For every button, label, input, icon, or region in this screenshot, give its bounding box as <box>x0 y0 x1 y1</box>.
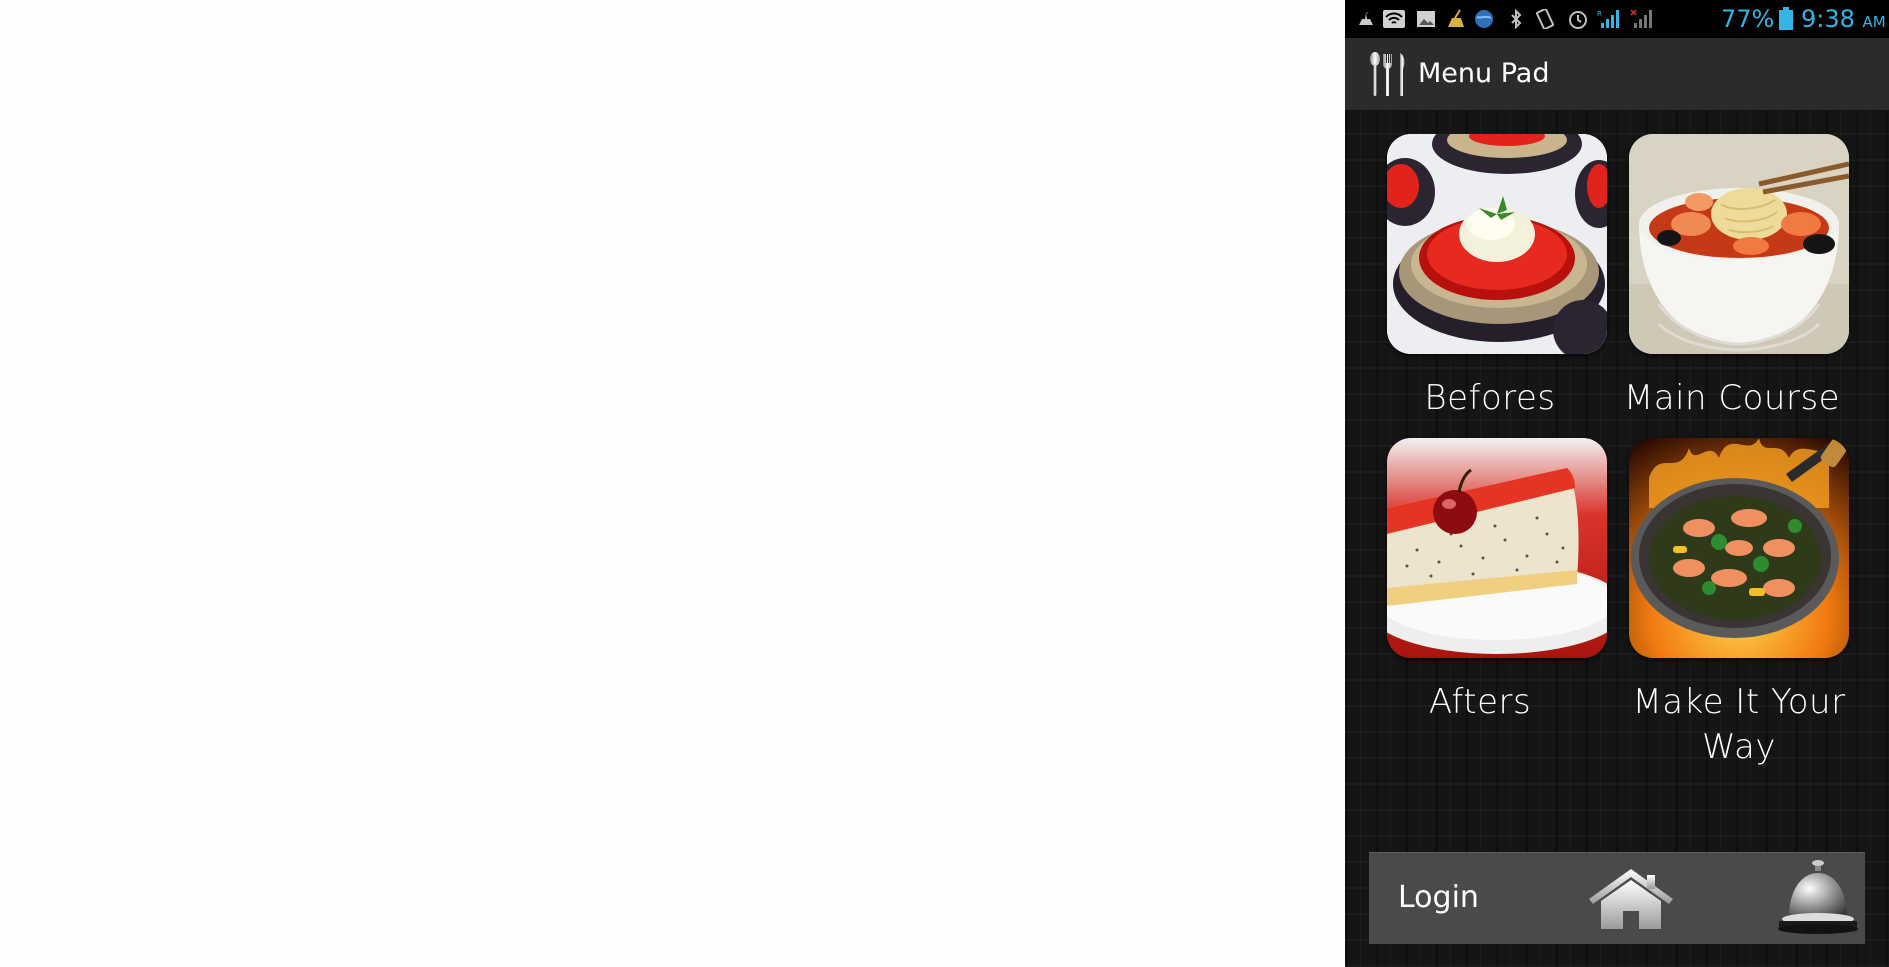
home-icon[interactable] <box>1585 865 1677 931</box>
tile-label-main-course[interactable]: Main Course <box>1587 376 1877 421</box>
signal-icon: R <box>1597 10 1619 28</box>
tile-label-befores[interactable]: Befores <box>1385 376 1595 421</box>
action-bar: Menu Pad <box>1345 38 1889 111</box>
tile-make-it-your-way[interactable]: Make It Your Way <box>1587 438 1877 778</box>
wifi-icon <box>1383 10 1405 28</box>
cheesecake-photo <box>1387 438 1607 658</box>
tile-label-afters[interactable]: Afters <box>1385 680 1575 725</box>
main-course-image[interactable] <box>1629 134 1849 354</box>
afters-image[interactable] <box>1387 438 1607 658</box>
tile-label-line-2: Way <box>1702 727 1776 767</box>
svg-text:R: R <box>1597 10 1602 18</box>
phone-screen: R 77% 9:38 AM Menu Pad Befores Main Cour… <box>1345 0 1889 967</box>
clock-ampm: AM <box>1862 13 1886 31</box>
signal-no-sim-icon <box>1630 9 1652 28</box>
tile-befores[interactable]: Befores <box>1345 134 1617 424</box>
cutlery-icon[interactable] <box>1367 52 1409 98</box>
vibrate-icon <box>1535 9 1555 29</box>
clock: 9:38 AM <box>1801 5 1886 33</box>
login-button[interactable]: Login <box>1398 880 1479 915</box>
bluetooth-icon <box>1511 9 1522 29</box>
status-bar: R 77% 9:38 AM <box>1345 0 1889 38</box>
globe-icon <box>1475 10 1493 28</box>
image-icon <box>1417 11 1435 27</box>
battery-percent: 77% <box>1721 5 1775 33</box>
battery-icon <box>1779 7 1793 30</box>
clock-time: 9:38 <box>1801 5 1855 33</box>
bruschetta-eggplant-photo <box>1387 134 1607 354</box>
app-title: Menu Pad <box>1418 58 1550 89</box>
tile-main-course[interactable]: Main Course <box>1587 134 1877 424</box>
tile-label-make-it-your-way[interactable]: Make It Your Way <box>1587 680 1889 770</box>
befores-image[interactable] <box>1387 134 1607 354</box>
tile-afters[interactable]: Afters <box>1345 438 1617 728</box>
tile-label-line-1: Make It Your <box>1632 682 1846 722</box>
service-bell-icon[interactable] <box>1775 859 1865 939</box>
bottom-bar: Login <box>1369 852 1865 944</box>
usb-icon <box>1359 12 1373 25</box>
shrimp-wok-photo <box>1629 438 1849 658</box>
cleaner-icon <box>1448 9 1464 27</box>
seafood-noodle-soup-photo <box>1629 134 1849 354</box>
alarm-icon <box>1569 11 1587 29</box>
make-it-your-way-image[interactable] <box>1629 438 1849 658</box>
